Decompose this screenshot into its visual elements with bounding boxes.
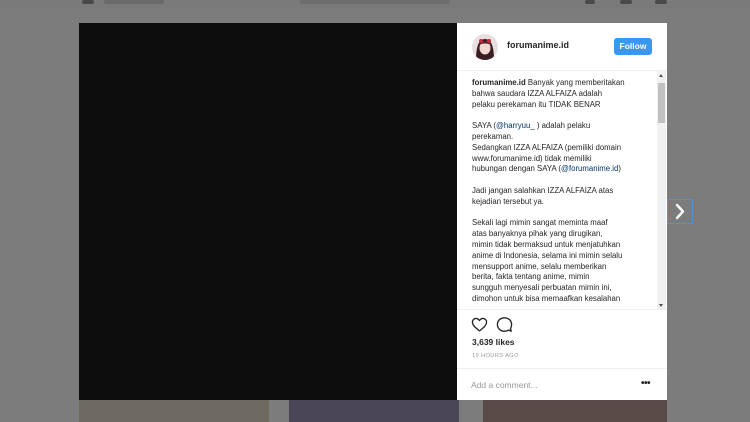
scroll-up-icon[interactable] [659, 74, 663, 77]
background-header [0, 0, 750, 8]
post-image[interactable] [79, 23, 457, 400]
comment-bar: ••• [457, 368, 667, 400]
caption-line: anime di Indonesia, selama ini mimin sel… [472, 250, 623, 260]
post-timestamp[interactable]: 19 HOURS AGO [472, 353, 519, 359]
next-post-button[interactable] [667, 199, 693, 224]
caption-paragraph: Sekali lagi mimin sangat meminta maaf ata… [472, 218, 657, 304]
mention-link[interactable]: @forumanime.id [561, 164, 618, 173]
background-wordmark [104, 0, 164, 4]
caption-username[interactable]: forumanime.id [472, 78, 526, 87]
caption-line: www.forumanime.id) tidak memiliki [472, 153, 592, 163]
background-search [300, 0, 450, 4]
caption-text: forumanime.id Banyak yang memberitakan ba… [472, 78, 657, 309]
background-grid [79, 400, 667, 422]
mention-link[interactable]: @harryuu_ [496, 121, 535, 130]
background-thumbnail [79, 400, 269, 422]
chevron-right-icon [675, 203, 685, 220]
background-logo [82, 0, 94, 4]
background-nav-icon [620, 0, 632, 4]
post-sidebar: forumanime.id Follow forumanime.id Banya… [457, 23, 667, 400]
caption-line: bahwa saudara IZZA ALFAIZA adalah [472, 88, 603, 98]
post-username[interactable]: forumanime.id [507, 40, 569, 50]
scrollbar-thumb[interactable] [658, 83, 665, 123]
avatar[interactable] [472, 34, 498, 60]
caption-line: dimohon untuk bisa memaafkan kesalahan [472, 293, 621, 303]
caption-scrollbar[interactable] [657, 71, 666, 309]
follow-button[interactable]: Follow [614, 38, 652, 55]
caption-paragraph: forumanime.id Banyak yang memberitakan ba… [472, 78, 657, 110]
background-nav-icon [585, 0, 595, 4]
speech-bubble-icon[interactable] [496, 316, 513, 333]
caption-line: Sekali lagi mimin sangat meminta maaf [472, 218, 608, 228]
caption-line: sungguh menyesali perbuatan mimin ini, [472, 283, 612, 293]
like-count[interactable]: 3,639 likes [472, 337, 515, 347]
background-nav-icon [655, 0, 667, 4]
caption-line: Sedangkan IZZA ALFAIZA (pemiliki domain [472, 142, 622, 152]
caption-line: ) [618, 164, 621, 174]
more-options-icon[interactable]: ••• [641, 378, 651, 389]
background-thumbnail [483, 400, 667, 422]
comment-input[interactable] [471, 378, 631, 392]
caption-line: kejadian tersebut ya. [472, 196, 544, 206]
caption-line: mensupport anime, selalu memberikan [472, 261, 607, 271]
caption-line: perekaman. [472, 131, 514, 141]
caption-line: atas banyaknya pihak yang dirugikan, [472, 229, 603, 239]
caption-line: pelaku perekaman itu TIDAK BENAR [472, 99, 601, 109]
caption-line: Banyak yang memberitakan [525, 78, 625, 87]
caption-line-group: hubungan dengan SAYA (@forumanime.id) [472, 164, 657, 175]
scroll-down-icon[interactable] [659, 304, 663, 307]
background-thumbnail [289, 400, 459, 422]
caption-paragraph: SAYA (@harryuu_ ) adalah pelaku perekaman… [472, 121, 657, 175]
caption-line: Jadi jangan salahkan IZZA ALFAIZA atas [472, 185, 614, 195]
caption-paragraph: Jadi jangan salahkan IZZA ALFAIZA atas ke… [472, 186, 657, 208]
caption-line: ) adalah pelaku [534, 121, 591, 131]
heart-icon[interactable] [471, 316, 488, 333]
post-header: forumanime.id Follow [457, 23, 667, 71]
caption-line: SAYA ( [472, 121, 496, 131]
caption-line: berita, fakta tentang anime, mimin [472, 272, 590, 282]
caption-line: mimin tidak bermaksud untuk menjatuhkan [472, 239, 621, 249]
caption-line: hubungan dengan SAYA ( [472, 164, 562, 174]
caption-area: forumanime.id Banyak yang memberitakan ba… [457, 71, 667, 310]
